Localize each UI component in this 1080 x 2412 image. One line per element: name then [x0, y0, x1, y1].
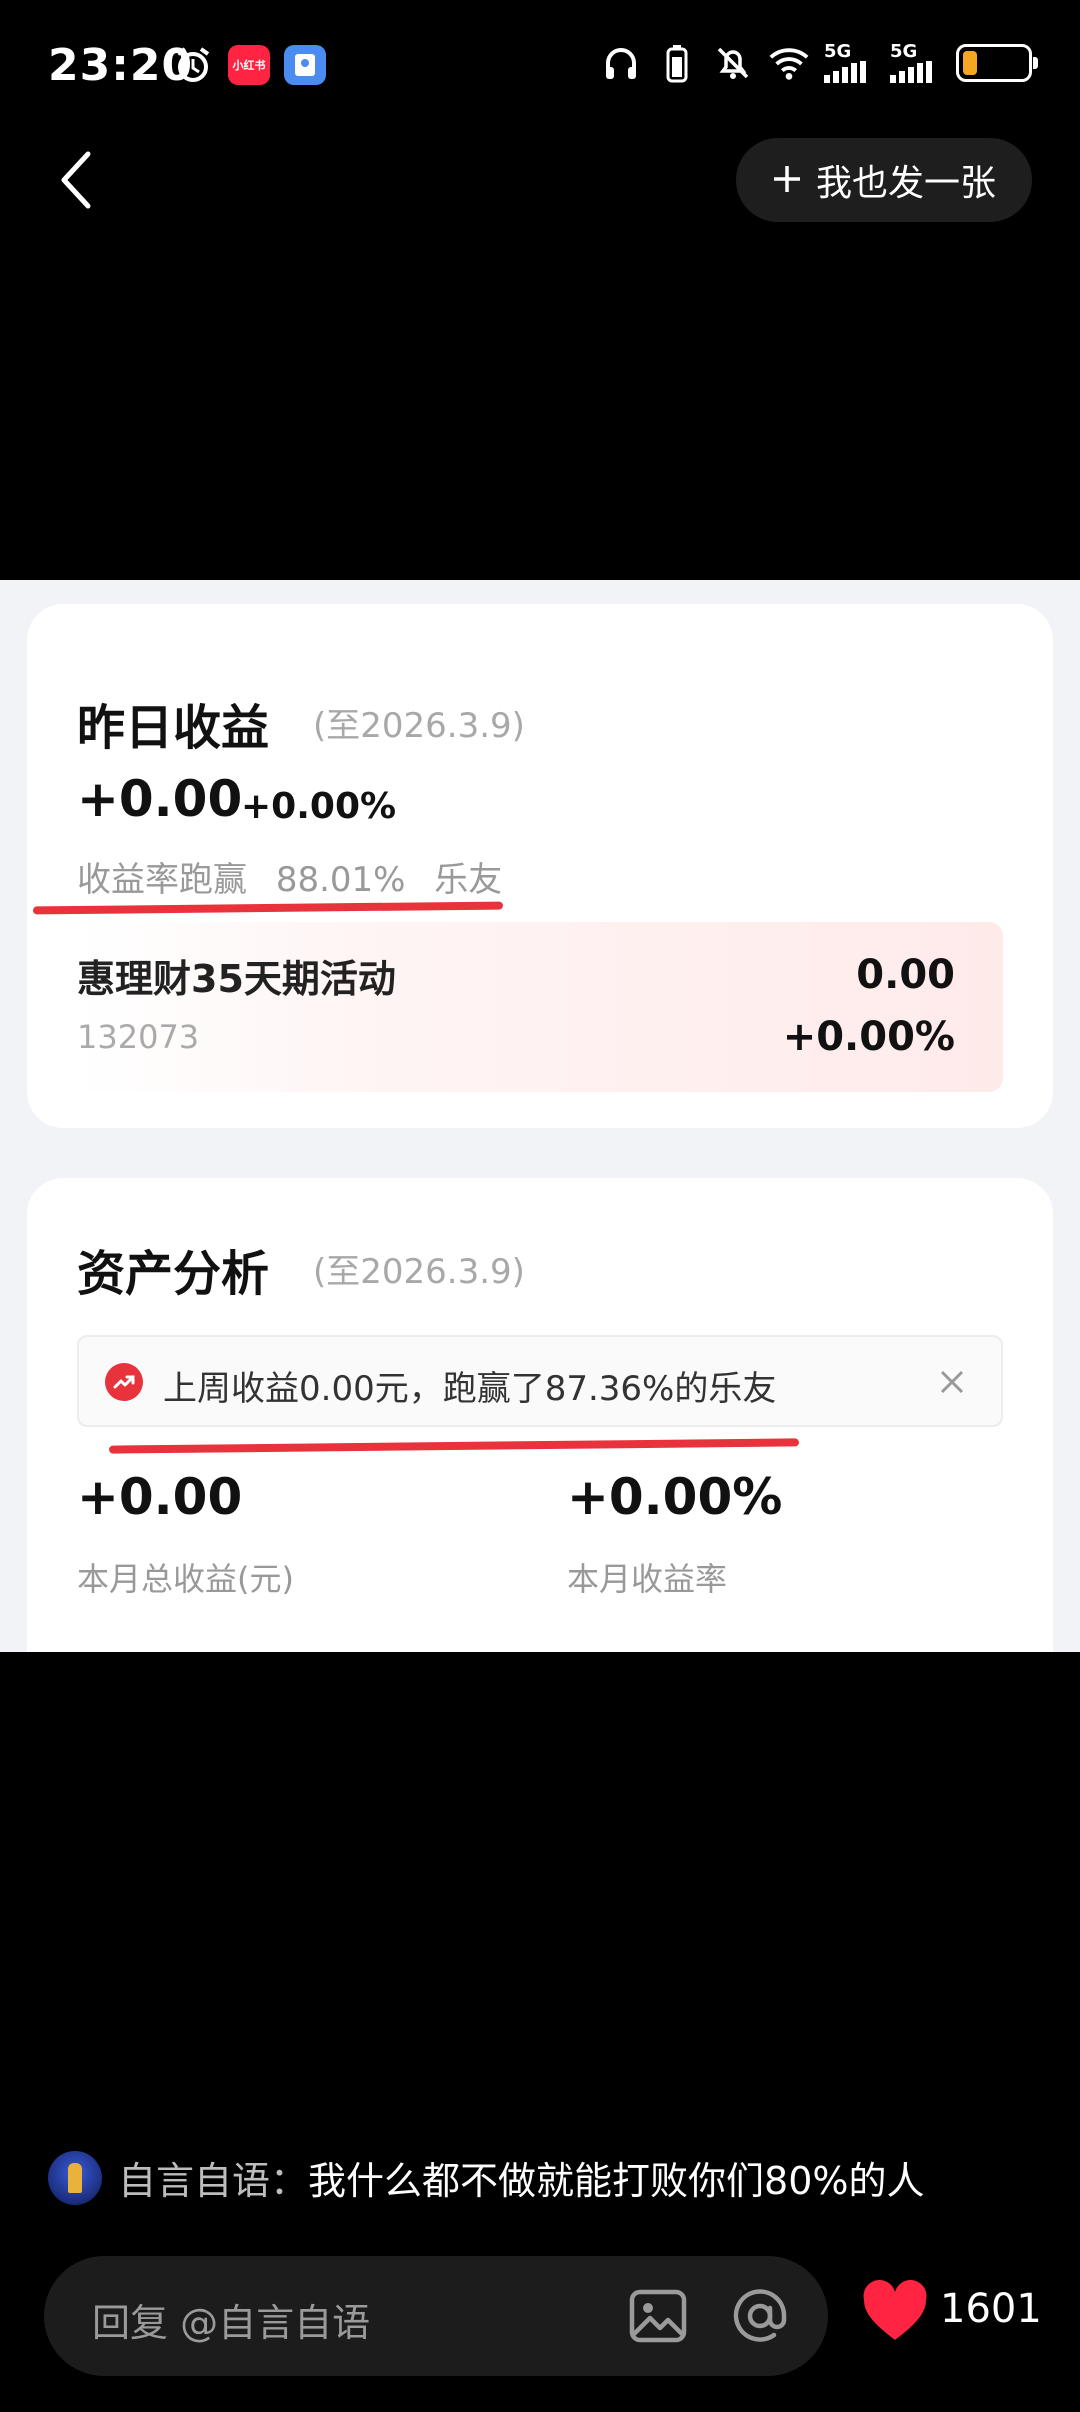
- fund-code: 132073: [77, 1018, 200, 1056]
- reply-input[interactable]: 回复 @自言自语: [44, 2256, 828, 2376]
- comment-author[interactable]: 自言自语：: [118, 2159, 308, 2203]
- signal-5g-icon-2: 5G: [890, 42, 942, 84]
- comment-text: 我什么都不做就能打败你们80%的人: [308, 2159, 925, 2203]
- rank-line: 收益率跑赢 88.01% 乐友: [77, 852, 502, 901]
- fund-name: 惠理财35天期活动: [77, 957, 396, 1001]
- fund-row: 惠理财35天期活动 132073 0.00 +0.00%: [77, 922, 1003, 1092]
- month-total-label: 本月总收益(元): [77, 1560, 294, 1598]
- alarm-icon: [172, 44, 214, 86]
- card-date-yesterday: (至2026.3.9): [313, 706, 525, 746]
- battery-icon: [956, 44, 1038, 82]
- chevron-left-icon: [61, 151, 91, 209]
- rank-value: 88.01%: [275, 860, 406, 900]
- signal-5g-icon-1: 5G: [824, 42, 876, 84]
- xiaohongshu-app-icon: 小红书: [228, 45, 270, 85]
- battery-small-icon: [656, 42, 698, 84]
- asset-analysis-card: 资产分析 (至2026.3.9) 上周收益0.00元，跑赢了87.36%的乐友 …: [27, 1178, 1053, 1652]
- card-title-assets: 资产分析: [77, 1246, 270, 1302]
- image-icon[interactable]: [626, 2284, 690, 2348]
- close-icon[interactable]: [927, 1357, 977, 1407]
- month-total-value: +0.00: [77, 1468, 243, 1526]
- notice-text: 上周收益0.00元，跑赢了87.36%的乐友: [163, 1369, 777, 1409]
- heart-icon[interactable]: [860, 2278, 930, 2348]
- mention-icon[interactable]: [728, 2284, 792, 2348]
- app-notification-icon: [284, 45, 326, 85]
- shared-screenshot[interactable]: 昨日收益 (至2026.3.9) +0.00 +0.00% 收益率跑赢 88.0…: [0, 580, 1080, 1652]
- fund-value: 0.00: [856, 952, 955, 998]
- trend-up-icon: [105, 1363, 143, 1401]
- battery-level: [963, 51, 977, 75]
- yesterday-amount: +0.00: [77, 770, 243, 828]
- plus-icon: [772, 159, 802, 201]
- card-title-yesterday: 昨日收益: [77, 700, 270, 756]
- avatar[interactable]: [48, 2150, 102, 2205]
- red-underline-mark-2: [108, 1438, 800, 1454]
- status-icons-left: 小红书: [172, 44, 326, 86]
- rank-suffix: 乐友: [434, 860, 503, 900]
- month-rate-value: +0.00%: [567, 1468, 783, 1526]
- month-rate-label: 本月收益率: [567, 1560, 728, 1598]
- fund-rate: +0.00%: [782, 1014, 955, 1060]
- red-underline-mark: [32, 901, 504, 915]
- wifi-icon: [768, 42, 810, 84]
- post-too-button[interactable]: 我也发一张: [735, 138, 1032, 222]
- yesterday-rate: +0.00%: [241, 786, 397, 827]
- yesterday-earnings-card: 昨日收益 (至2026.3.9) +0.00 +0.00% 收益率跑赢 88.0…: [27, 604, 1053, 1128]
- like-count: 1601: [940, 2286, 1042, 2332]
- status-icons-right: 5G 5G: [600, 42, 1038, 84]
- headphones-icon: [600, 42, 642, 84]
- back-button[interactable]: [36, 140, 116, 220]
- rank-prefix: 收益率跑赢: [77, 860, 247, 900]
- post-too-label: 我也发一张: [815, 163, 996, 204]
- top-comment[interactable]: 自言自语：我什么都不做就能打败你们80%的人: [48, 2150, 924, 2205]
- weekly-notice: 上周收益0.00元，跑赢了87.36%的乐友: [77, 1335, 1003, 1427]
- card-date-assets: (至2026.3.9): [313, 1252, 525, 1292]
- reply-placeholder: 回复 @自言自语: [92, 2301, 371, 2345]
- status-bar: 23:20 小红书 5G 5G: [0, 0, 1080, 130]
- mute-notification-icon: [712, 42, 754, 84]
